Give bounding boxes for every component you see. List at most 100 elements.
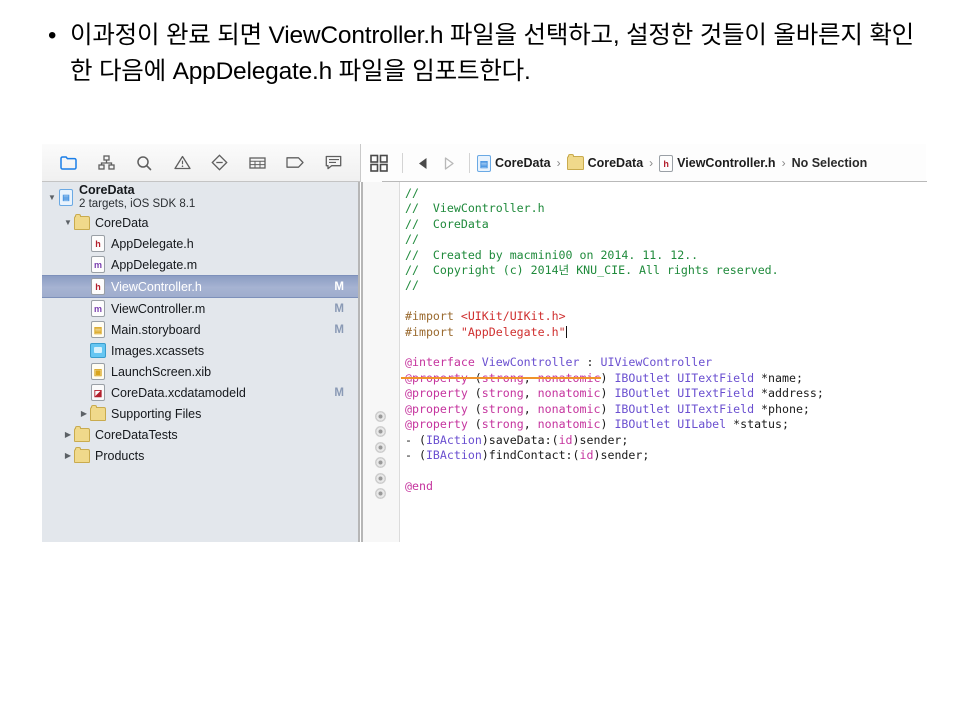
header-file-icon: h <box>91 278 105 295</box>
status-badge: M <box>334 387 358 399</box>
navigator-row-label: Supporting Files <box>111 407 344 421</box>
navigator-row[interactable]: hAppDelegate.h <box>42 233 358 254</box>
navigator-row[interactable]: ▶ Supporting Files <box>42 403 358 424</box>
code-token: )saveData:( <box>482 433 559 447</box>
breadcrumb-label: CoreData <box>588 156 644 170</box>
code-line: // <box>405 278 925 293</box>
bullet-marker: • <box>48 18 70 54</box>
code-token: id <box>559 433 573 447</box>
issue-navigator-icon[interactable] <box>171 152 193 174</box>
navigator-row[interactable]: mAppDelegate.m <box>42 254 358 275</box>
outlet-connection-dot[interactable] <box>375 442 386 453</box>
code-token: UIViewController <box>600 355 712 369</box>
navigator-row[interactable]: ▶ CoreDataTests <box>42 424 358 445</box>
outlet-connection-dot[interactable] <box>375 473 386 484</box>
code-token: id <box>580 448 594 462</box>
code-line: @property (strong, nonatomic) IBOutlet U… <box>405 417 925 432</box>
file-icon: ▤ <box>90 322 106 338</box>
code-token: // <box>405 186 419 200</box>
code-token: @end <box>405 479 433 493</box>
implementation-file-icon: m <box>91 300 105 317</box>
navigator-row[interactable]: ▣ LaunchScreen.xib <box>42 361 358 382</box>
navigator-row[interactable]: mViewController.mM <box>42 298 358 319</box>
go-back-button[interactable] <box>415 155 431 171</box>
file-icon <box>90 343 106 359</box>
breadcrumb-item-selection[interactable]: No Selection <box>792 156 868 170</box>
chevron-right-icon: › <box>557 156 561 170</box>
code-token: *address; <box>754 386 824 400</box>
code-token: IBOutlet <box>614 417 670 431</box>
related-items-icon[interactable] <box>369 153 389 173</box>
go-forward-button[interactable] <box>441 155 457 171</box>
code-line: // ViewController.h <box>405 201 925 216</box>
code-token: nonatomic <box>538 402 601 416</box>
code-token: ViewController <box>482 355 580 369</box>
outlet-connection-dot[interactable] <box>375 488 386 499</box>
breadcrumb-item-file[interactable]: h ViewController.h <box>659 155 775 172</box>
code-token: strong <box>482 402 524 416</box>
code-token: <UIKit/UIKit.h> <box>461 309 566 323</box>
code-text[interactable]: //// ViewController.h// CoreData//// Cre… <box>405 186 925 494</box>
report-navigator-icon[interactable] <box>322 152 344 174</box>
datamodel-file-icon: ◪ <box>91 384 105 401</box>
code-token: nonatomic <box>538 386 601 400</box>
code-token: // ViewController.h <box>405 201 545 215</box>
code-token: ( <box>468 417 482 431</box>
breakpoint-navigator-icon[interactable] <box>284 152 306 174</box>
navigator-row-project[interactable]: ▼ ▤ CoreData 2 targets, iOS SDK 8.1 <box>42 182 358 212</box>
source-editor[interactable]: //// ViewController.h// CoreData//// Cre… <box>361 182 926 542</box>
disclosure-triangle-closed-icon[interactable]: ▶ <box>62 430 74 439</box>
navigator-row[interactable]: Images.xcassets <box>42 340 358 361</box>
debug-navigator-icon[interactable] <box>247 152 269 174</box>
code-line <box>405 340 925 355</box>
code-token: // Copyright (c) 2014년 KNU_CIE. All righ… <box>405 263 779 277</box>
disclosure-triangle-closed-icon[interactable]: ▶ <box>78 409 90 418</box>
bullet-item: • 이과정이 완료 되면 ViewController.h 파일을 선택하고, … <box>48 18 928 90</box>
jump-bar-divider-1 <box>402 153 403 173</box>
navigator-row[interactable]: ▶ Products <box>42 445 358 466</box>
navigator-row[interactable]: ◪ CoreData.xcdatamodeldM <box>42 382 358 403</box>
code-token: *phone; <box>754 402 810 416</box>
navigator-row-label: LaunchScreen.xib <box>111 365 344 379</box>
breadcrumb-label: No Selection <box>792 156 868 170</box>
navigator-row[interactable]: ▤ Main.storyboardM <box>42 319 358 340</box>
source-control-navigator-icon[interactable] <box>96 152 118 174</box>
outlet-connection-dot[interactable] <box>375 411 386 422</box>
navigator-row[interactable]: ▼CoreData <box>42 212 358 233</box>
navigator-row-label: Main.storyboard <box>111 323 334 337</box>
status-badge: M <box>334 324 358 336</box>
disclosure-triangle-closed-icon[interactable]: ▶ <box>62 451 74 460</box>
code-token: nonatomic <box>538 417 601 431</box>
test-navigator-icon[interactable] <box>209 152 231 174</box>
folder-icon <box>74 449 90 463</box>
code-token: UITextField <box>677 386 754 400</box>
code-line: #import "AppDelegate.h" <box>405 325 925 340</box>
code-line: // Created by macmini00 on 2014. 11. 12.… <box>405 248 925 263</box>
code-token: // <box>405 278 419 292</box>
breadcrumb: ▤ CoreData › CoreData › h ViewController… <box>477 155 867 172</box>
navigator-row-label: CoreDataTests <box>95 428 344 442</box>
disclosure-triangle-open-icon[interactable]: ▼ <box>46 193 58 202</box>
code-token: IBAction <box>426 448 482 462</box>
code-token: ) <box>600 402 614 416</box>
disclosure-triangle-open-icon[interactable]: ▼ <box>62 218 74 227</box>
project-navigator[interactable]: ▼ ▤ CoreData 2 targets, iOS SDK 8.1 ▼Cor… <box>42 182 360 542</box>
navigator-row-label: CoreData.xcdatamodeld <box>111 386 334 400</box>
code-token: *status; <box>726 417 789 431</box>
code-line: - (IBAction)findContact:(id)sender; <box>405 448 925 463</box>
breadcrumb-item-project[interactable]: ▤ CoreData <box>477 155 551 172</box>
navigator-row-label: Products <box>95 449 344 463</box>
code-token: IBOutlet <box>614 402 670 416</box>
code-token: - ( <box>405 433 426 447</box>
project-navigator-icon[interactable] <box>58 152 80 174</box>
project-icon: ▤ <box>58 189 74 205</box>
navigator-row[interactable]: hViewController.hM <box>42 275 358 298</box>
navigator-row-label: ViewController.h <box>111 280 334 294</box>
code-token: "AppDelegate.h" <box>461 325 566 339</box>
breadcrumb-item-group[interactable]: CoreData <box>567 156 644 170</box>
folder-icon <box>567 156 584 170</box>
file-icon: h <box>90 279 106 295</box>
xib-file-icon: ▣ <box>91 363 105 380</box>
code-token: UITextField <box>677 371 754 385</box>
symbol-navigator-icon[interactable] <box>133 152 155 174</box>
